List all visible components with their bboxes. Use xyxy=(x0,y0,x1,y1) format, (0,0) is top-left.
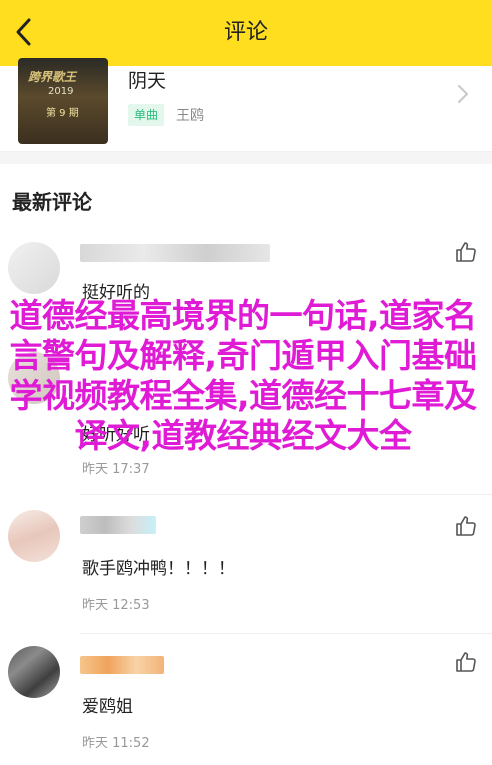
comment-item: 歌手鸥冲鸭！！！！ 昨天 12:53 xyxy=(0,508,492,634)
avatar[interactable] xyxy=(8,510,60,562)
thumbs-up-icon[interactable] xyxy=(454,650,478,674)
comment-text: 歌手鸥冲鸭！！！！ xyxy=(82,559,235,579)
comment-time: 昨天 17:37 xyxy=(82,462,150,477)
comment-item: 爱鸥姐 昨天 11:52 xyxy=(0,644,492,765)
username-blurred[interactable] xyxy=(80,656,164,674)
song-title: 阴天 xyxy=(128,70,167,92)
overlay-banner-text: 道德经最高境界的一句话,道家名言警句及解释,奇门遁甲入门基础学视频教程全集,道德… xyxy=(9,296,477,455)
chevron-right-icon xyxy=(458,85,468,103)
page-title: 评论 xyxy=(223,20,268,45)
app-header: 评论 xyxy=(0,0,492,66)
thumbs-up-icon[interactable] xyxy=(454,514,478,538)
song-card[interactable]: 跨界歌王 2019 第 9 期 阴天 单曲 王鸥 xyxy=(0,58,492,152)
username-blurred[interactable] xyxy=(80,244,270,262)
artist-name: 王鸥 xyxy=(176,108,204,124)
comment-time: 昨天 11:52 xyxy=(82,736,150,751)
avatar[interactable] xyxy=(8,646,60,698)
avatar[interactable] xyxy=(8,242,60,294)
section-title: 最新评论 xyxy=(12,190,92,214)
divider xyxy=(80,494,492,495)
cover-year: 2019 xyxy=(48,86,74,97)
album-cover: 跨界歌王 2019 第 9 期 xyxy=(18,58,108,144)
cover-title: 跨界歌王 xyxy=(28,70,77,84)
section-gap xyxy=(0,152,492,164)
song-type-badge: 单曲 xyxy=(128,104,165,126)
divider xyxy=(80,633,492,634)
username-blurred[interactable] xyxy=(80,516,156,534)
comment-time: 昨天 12:53 xyxy=(82,598,150,613)
thumbs-up-icon[interactable] xyxy=(454,240,478,264)
cover-episode: 第 9 期 xyxy=(46,108,79,119)
comment-text: 爱鸥姐 xyxy=(82,697,133,717)
